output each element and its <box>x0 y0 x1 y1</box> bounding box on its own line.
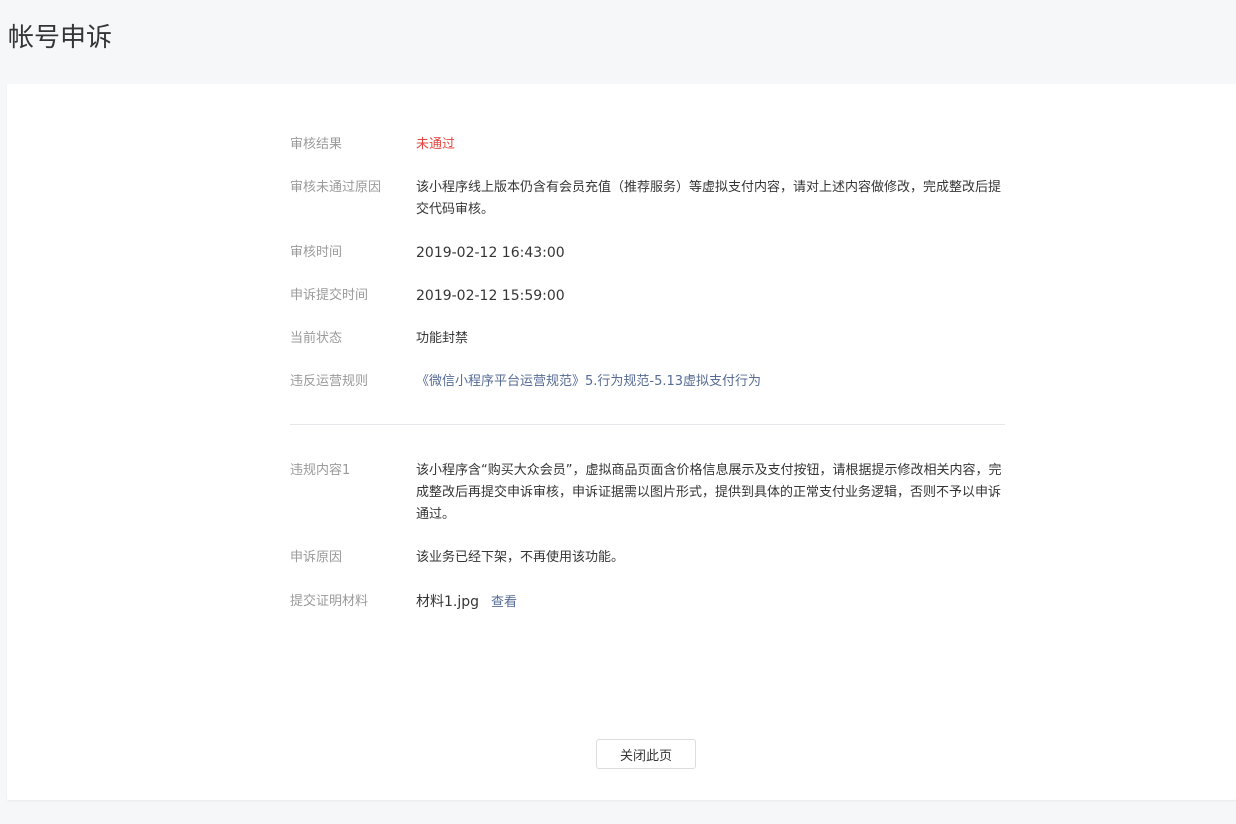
current-status-label: 当前状态 <box>290 331 343 346</box>
appeal-reason-label: 申诉原因 <box>290 550 343 565</box>
close-page-button[interactable]: 关闭此页 <box>596 739 696 769</box>
appeal-time-label: 申诉提交时间 <box>290 288 369 303</box>
review-time-value: 2019-02-12 16:43:00 <box>416 245 565 261</box>
review-reason-value: 该小程序线上版本仍含有会员充值（推荐服务）等虚拟支付内容，请对上述内容做修改，完… <box>416 180 1002 217</box>
evidence-label: 提交证明材料 <box>290 594 369 609</box>
review-reason-label: 审核未通过原因 <box>290 180 382 195</box>
section-divider <box>290 424 1005 425</box>
appeal-reason-value: 该业务已经下架，不再使用该功能。 <box>416 550 625 565</box>
violation-content-label: 违规内容1 <box>290 463 351 478</box>
appeal-time-value: 2019-02-12 15:59:00 <box>416 288 565 304</box>
evidence-view-link[interactable]: 查看 <box>491 595 517 610</box>
review-result-label: 审核结果 <box>290 137 343 152</box>
violation-content-value: 该小程序含“购买大众会员”，虚拟商品页面含价格信息展示及支付按钮，请根据提示修改… <box>416 463 1002 522</box>
evidence-file-name: 材料1.jpg <box>416 594 480 610</box>
violated-rule-label: 违反运营规则 <box>290 374 369 389</box>
appeal-detail-card: 审核结果 未通过 审核未通过原因 该小程序线上版本仍含有会员充值（推荐服务）等虚… <box>7 84 1236 800</box>
page-title: 帐号申诉 <box>8 23 113 53</box>
current-status-value: 功能封禁 <box>416 331 469 346</box>
violated-rule-link[interactable]: 《微信小程序平台运营规范》5.行为规范-5.13虚拟支付行为 <box>416 374 761 389</box>
review-result-value: 未通过 <box>416 137 456 152</box>
review-time-label: 审核时间 <box>290 245 343 260</box>
